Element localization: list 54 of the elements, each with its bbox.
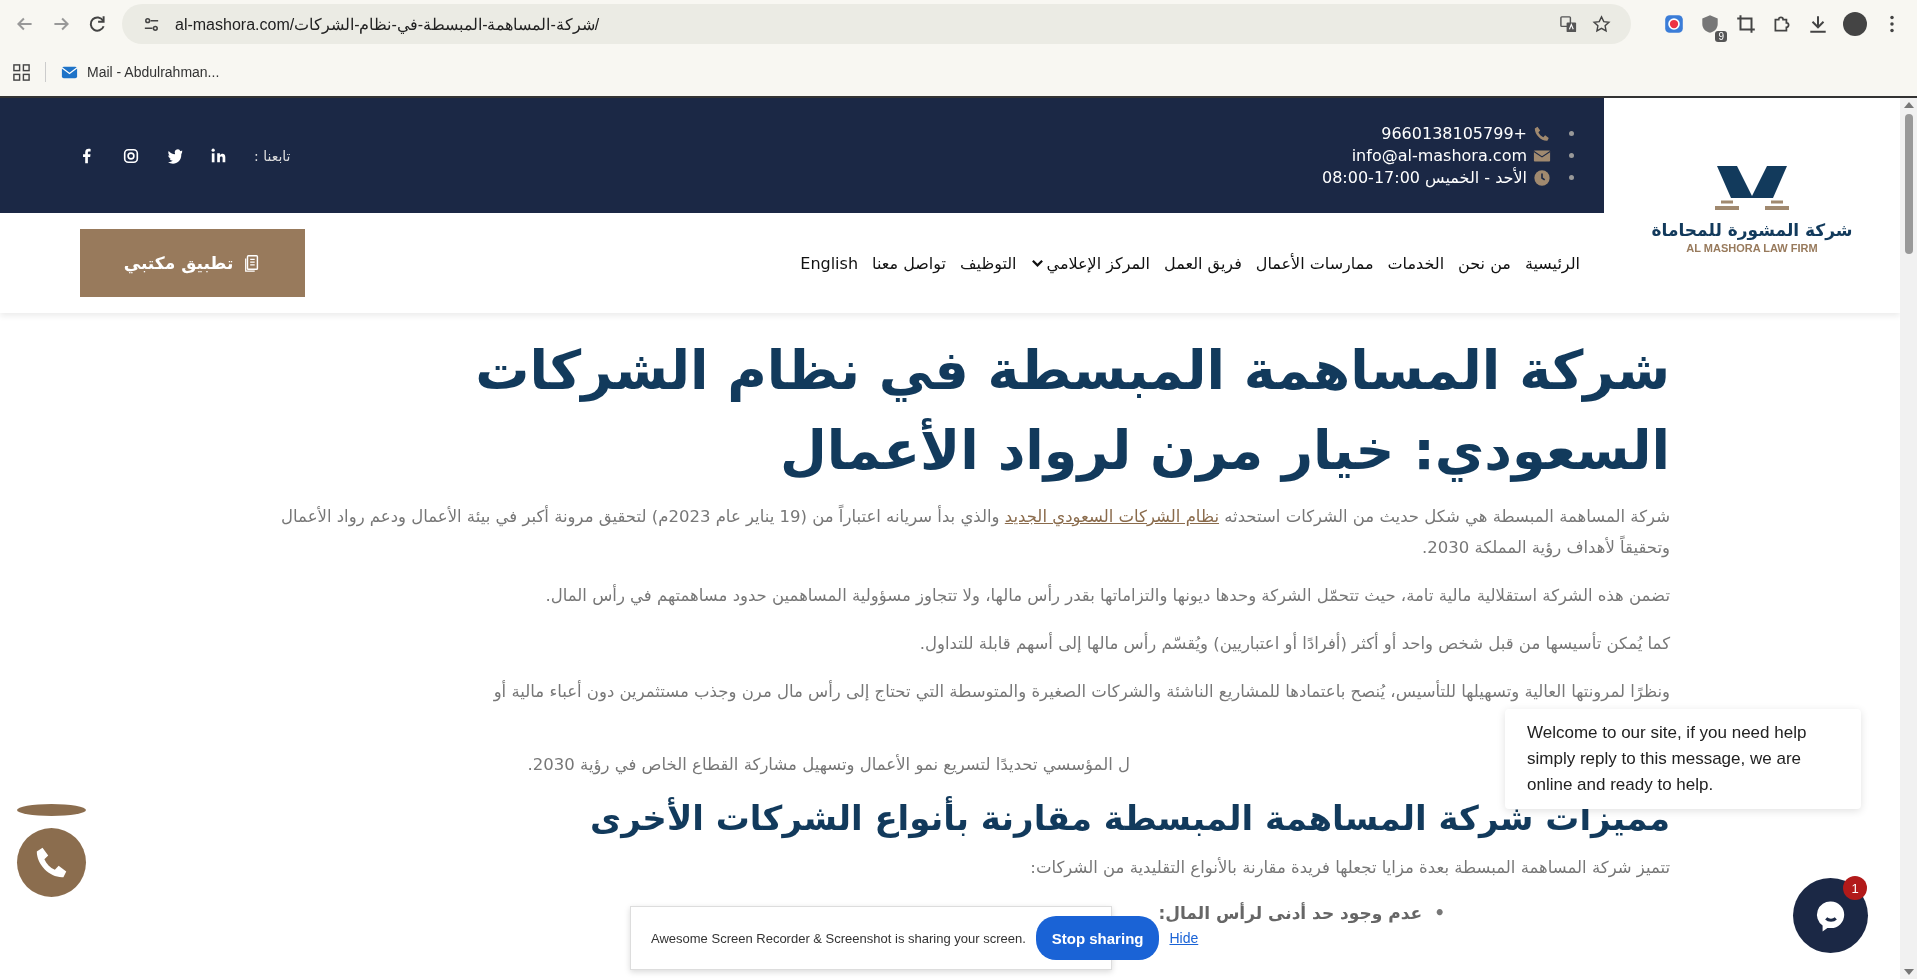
button-shadow <box>17 804 86 816</box>
nav-link[interactable]: التوظيف <box>960 253 1017 273</box>
nav-link[interactable]: فريق العمل <box>1164 253 1242 273</box>
notification-badge: 1 <box>1843 876 1867 900</box>
nav-link[interactable]: الرئيسية <box>1524 253 1580 273</box>
camera-extension-icon[interactable] <box>1663 13 1685 35</box>
clock-icon <box>1533 168 1551 187</box>
chat-message: Welcome to our site, if you need help simply reply to this message, we are online and ready to help. <box>1527 723 1807 794</box>
nav-link[interactable]: من نحن <box>1458 253 1511 273</box>
crop-icon[interactable] <box>1735 13 1757 35</box>
bookmark-link[interactable]: Mail - Abdulrahman... <box>60 62 220 82</box>
download-icon[interactable] <box>1807 13 1829 35</box>
paragraph: ل المؤسسي تحديدًا لتسريع نمو الأعمال وتسهيل مشاركة القطاع الخاص في رؤية 2030. <box>527 755 1130 774</box>
translate-icon[interactable] <box>1559 14 1578 34</box>
instagram-icon[interactable] <box>122 146 140 165</box>
address-bar[interactable]: al-mashora.com/شركة-المساهمة-المبسطة-في-نظام-الشركات/ <box>122 4 1631 44</box>
section-heading: مميزات شركة المساهمة المبسطة مقارنة بأنواع الشركات الأخرى <box>589 798 1670 838</box>
scroll-down-icon[interactable] <box>1903 969 1914 975</box>
nav-link[interactable]: المركز الإعلامي <box>1030 253 1151 273</box>
article-title: شركة المساهمة المبسطة في نظام الشركات السعودي: خيار مرن لرواد الأعمال <box>474 338 1670 484</box>
contact-text: +9660138105799 <box>1381 124 1527 143</box>
logo-english-text: AL MASHORA LAW FIRM <box>1686 241 1818 254</box>
profile-avatar[interactable] <box>1843 12 1867 36</box>
bullet-marker: • <box>1434 902 1445 925</box>
apps-grid-icon[interactable] <box>12 62 31 82</box>
logo-arabic-text: شركة المشورة للمحاماة <box>1651 219 1853 240</box>
app-button[interactable]: تطبيق مكتبي <box>80 229 305 297</box>
nav-link[interactable]: الخدمات <box>1387 253 1445 273</box>
stop-sharing-button[interactable]: Stop sharing <box>1035 916 1160 960</box>
law-link[interactable]: نظام الشركات السعودي الجديد <box>1004 507 1219 526</box>
paragraph: ونظرًا لمرونتها العالية وتسهيلها للتأسيس، يُنصح باعتمادها للمشاريع الناشئة والشركات الصغيرة والمتوسطة التي تحتاج إلى رأس مال مرن وجذب مستثمرين دون أعباء مالية أو <box>492 679 1670 704</box>
share-message: Awesome Screen Recorder & Screenshot is sharing your screen. <box>651 930 1026 946</box>
paragraph: كما يُمكن تأسيسها من قبل شخص واحد أو أكثر (أفرادًا أو اعتباريين) ويُقسّم رأس مالها إلى أسهم قابلة للتداول. <box>918 631 1670 656</box>
office-hours: الأحد - الخميس 17:00-08:00 <box>1322 168 1527 187</box>
extension-badge: 9 <box>1715 31 1727 42</box>
bullet-item: عدم وجود حد أدنى لرأس المال: <box>1158 901 1423 926</box>
follow-label: تابعنا : <box>254 147 291 164</box>
paragraph: شركة المساهمة المبسطة هي شكل حديث من الشركات استحدثه نظام الشركات السعودي الجديد والذي بدأ سريانه اعتباراً من (19 يناير عام 2023م) لتحقيق مرونة أكبر في بيئة الأعمال ودعم رواد الأعمال وتحقيقاً لأهداف رؤية المملكة 2030. <box>230 501 1670 563</box>
hide-link[interactable]: Hide <box>1169 930 1199 946</box>
nav-link[interactable]: ممارسات الأعمال <box>1255 253 1374 273</box>
phone-icon <box>1533 124 1551 143</box>
paragraph: تضمن هذه الشركة استقلالية مالية تامة، حيث تتحمّل الشركة وحدها ديونها والتزاماتها بقدر رأس مالها، ولا تتجاوز مسؤولية المساهمين حدود مساهمتهم في رأس المال. <box>544 583 1670 608</box>
url-text: al-mashora.com/شركة-المساهمة-المبسطة-في-نظام-الشركات/ <box>175 14 601 34</box>
scrollbar-thumb[interactable] <box>1904 114 1913 254</box>
nav-link[interactable]: تواصل معنا <box>872 253 946 273</box>
linkedin-icon[interactable] <box>210 146 228 165</box>
bird-icon[interactable] <box>166 146 184 165</box>
star-icon[interactable] <box>1592 14 1611 34</box>
paragraph: تتميز شركة المساهمة المبسطة بعدة مزايا تجعلها فريدة مقارنة بالأنواع التقليدية من الشركات: <box>1029 856 1670 880</box>
contact-text: info@al-mashora.com <box>1351 146 1527 165</box>
scroll-up-icon[interactable] <box>1903 102 1914 108</box>
scrollbar[interactable] <box>1900 98 1917 979</box>
shield-extension-icon[interactable] <box>1699 13 1721 35</box>
nav-link[interactable]: English <box>800 253 859 273</box>
